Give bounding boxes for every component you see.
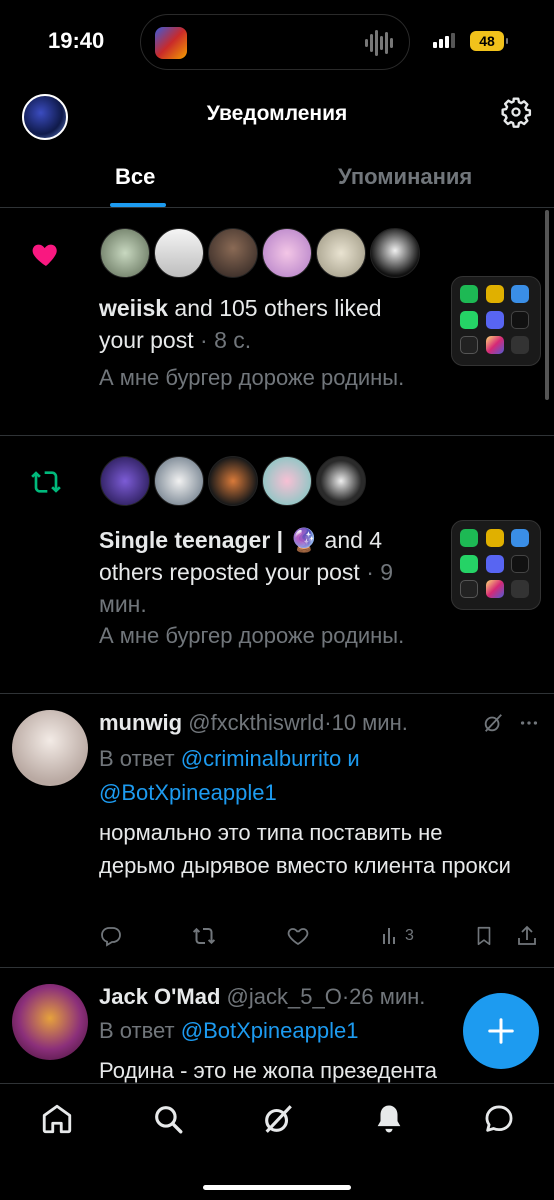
like-button[interactable] [286,922,310,950]
home-icon[interactable] [40,1102,74,1136]
messages-icon[interactable] [482,1102,516,1136]
tab-all[interactable]: Все [115,164,155,190]
top-header: Уведомления [0,84,554,146]
views-count: 3 [405,927,414,944]
avatar[interactable] [100,456,150,506]
page-title: Уведомления [206,102,348,125]
post-image-thumbnail[interactable] [451,276,541,366]
author-handle[interactable]: @jack_5_O [227,984,342,1009]
dynamic-island [140,14,410,70]
heart-outline-icon [287,928,309,946]
heart-icon [32,244,57,266]
more-icon[interactable] [516,712,542,734]
liker-avatars [100,228,420,278]
avatar[interactable] [12,984,88,1060]
avatar[interactable] [208,456,258,506]
avatar[interactable] [262,456,312,506]
home-indicator [203,1185,351,1190]
tweet-header: Jack O'Mad @jack_5_O·26 мин. [99,984,426,1009]
tweet-time: 26 мин. [349,984,426,1009]
reply-icon [101,927,121,947]
post-preview[interactable]: А мне бургер дороже родины. [99,620,419,652]
bookmark-button[interactable] [473,922,495,950]
tweet-header: munwig @fxckthiswrld·10 мин. [99,710,408,735]
notification-tabs: Все Упоминания [0,148,554,208]
avatar[interactable] [262,228,312,278]
repost-button[interactable] [191,922,217,950]
share-button[interactable] [515,922,539,950]
reposter-avatars [100,456,366,506]
actor-name[interactable]: weiisk [99,295,168,321]
replying-to: В ответ @BotXpineapple1 [99,1018,359,1043]
mention-link[interactable]: @BotXpineapple1 [181,1018,359,1043]
bell-icon[interactable] [372,1102,406,1136]
compose-button[interactable] [463,993,539,1069]
gear-icon[interactable] [500,96,532,128]
search-icon[interactable] [151,1102,185,1136]
avatar[interactable] [370,228,420,278]
mention-link[interactable]: @BotXpineapple1 [99,780,277,805]
reply-button[interactable] [99,922,123,950]
avatar[interactable] [154,228,204,278]
avatar[interactable] [208,228,258,278]
author-handle[interactable]: @fxckthiswrld [188,710,324,735]
audio-wave-icon [365,29,393,57]
cellular-signal-icon [433,33,455,48]
replying-to: В ответ @criminalburrito и @BotXpineappl… [99,746,360,805]
views-icon [383,928,395,944]
now-playing-app-icon [155,27,187,59]
share-icon [518,925,536,945]
views-button[interactable]: 3 [381,922,414,950]
author-name[interactable]: Jack O'Mad [99,984,220,1009]
notification-text: weiisk and 105 others liked your post · … [99,295,382,353]
notification-like[interactable]: weiisk and 105 others liked your post · … [0,210,554,436]
notification-repost[interactable]: Single teenager | 🔮 and 4 others reposte… [0,436,554,694]
grok-icon[interactable] [261,1102,295,1136]
active-tab-indicator [110,203,166,207]
avatar[interactable] [100,228,150,278]
tab-mentions[interactable]: Упоминания [338,164,472,190]
bottom-navigation [0,1083,554,1200]
actor-name[interactable]: Single teenager | 🔮 [99,527,318,553]
avatar[interactable] [12,710,88,786]
post-preview[interactable]: А мне бургер дороже родины. [99,362,419,394]
status-time: 19:40 [48,28,105,53]
tweet-text: Родина - это не жопа презедента [99,1058,437,1083]
avatar[interactable] [316,456,366,506]
post-image-thumbnail[interactable] [451,520,541,610]
avatar[interactable] [154,456,204,506]
notification-time: 8 с. [214,327,252,353]
battery-indicator: 48 [470,31,508,51]
notification-text: Single teenager | 🔮 and 4 others reposte… [99,527,394,617]
tweet[interactable]: munwig @fxckthiswrld·10 мин. В ответ @cr… [0,694,554,968]
author-name[interactable]: munwig [99,710,182,735]
repost-icon [192,927,216,945]
bookmark-icon [477,926,491,946]
plus-icon [488,1018,514,1044]
tweet-actions: 3 [99,922,545,952]
tweet-time: 10 мин. [331,710,408,735]
status-bar: 19:40 48 [0,0,554,84]
avatar[interactable] [316,228,366,278]
grok-icon[interactable] [482,712,504,734]
repost-icon [31,471,61,493]
tweet-text: нормально это типа поставить не дерьмо д… [99,820,511,878]
mention-link[interactable]: @criminalburrito [181,746,341,771]
